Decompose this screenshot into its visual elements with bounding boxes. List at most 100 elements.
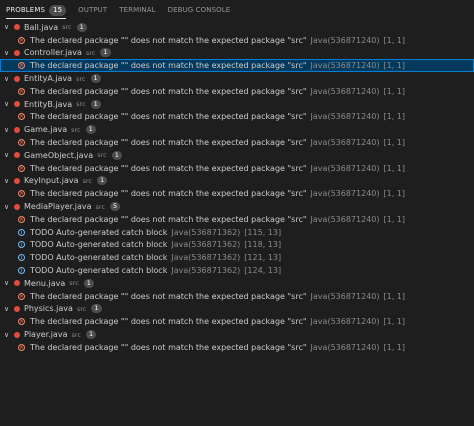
problem-count-badge: 1 <box>90 99 101 109</box>
java-file-icon <box>14 280 20 287</box>
problem-count-badge: 1 <box>91 304 102 314</box>
problem-row[interactable]: × The declared package "" does not match … <box>0 111 474 124</box>
tab-problems[interactable]: PROBLEMS 15 <box>6 0 67 20</box>
problem-message: The declared package "" does not match t… <box>30 291 307 301</box>
problem-row[interactable]: × The declared package "" does not match … <box>0 341 474 354</box>
problems-list: ∨ Ball.java src 1 × The declared package "" d… <box>0 21 474 354</box>
chevron-down-icon[interactable]: ∨ <box>4 203 13 211</box>
file-name: KeyInput.java <box>24 176 79 186</box>
chevron-down-icon[interactable]: ∨ <box>4 279 13 287</box>
problem-message: The declared package "" does not match t… <box>30 214 307 224</box>
problem-count-badge: 1 <box>83 278 94 288</box>
problem-row[interactable]: i TODO Auto-generated catch block Java(536… <box>0 264 474 277</box>
java-file-icon <box>14 177 20 184</box>
problem-row[interactable]: × The declared package "" does not match … <box>0 290 474 303</box>
problem-source: Java(536871240) <box>310 35 380 45</box>
file-name: EntityA.java <box>24 74 72 84</box>
problem-count-badge: 1 <box>97 176 108 186</box>
chevron-down-icon[interactable]: ∨ <box>4 151 13 159</box>
problem-location: [1, 1] <box>383 214 406 224</box>
problem-message: TODO Auto-generated catch block <box>30 253 168 263</box>
problem-row[interactable]: × The declared package "" does not match … <box>0 162 474 175</box>
problem-row[interactable]: × The declared package "" does not match … <box>0 85 474 98</box>
problem-row[interactable]: × The declared package "" does not match … <box>0 187 474 200</box>
tab-label: PROBLEMS <box>6 6 46 14</box>
file-folder: src <box>71 125 81 134</box>
problem-row[interactable]: × The declared package "" does not match … <box>0 59 474 73</box>
problems-count-badge: 15 <box>49 4 67 16</box>
file-group-row[interactable]: ∨ GameObject.java src 1 <box>0 149 474 162</box>
problem-source: Java(536871240) <box>310 163 380 173</box>
info-icon: i <box>18 228 25 236</box>
chevron-down-icon[interactable]: ∨ <box>4 23 13 31</box>
file-folder: src <box>97 151 107 160</box>
problem-row[interactable]: i TODO Auto-generated catch block Java(536… <box>0 239 474 252</box>
info-icon: i <box>18 254 25 262</box>
chevron-down-icon[interactable]: ∨ <box>4 75 13 83</box>
tab-label: TERMINAL <box>119 6 156 14</box>
tab-debug-console[interactable]: DEBUG CONSOLE <box>168 0 231 20</box>
chevron-down-icon[interactable]: ∨ <box>4 49 13 57</box>
file-group-row[interactable]: ∨ Game.java src 1 <box>0 123 474 136</box>
tab-output[interactable]: OUTPUT <box>78 0 107 20</box>
problem-message: TODO Auto-generated catch block <box>30 240 168 250</box>
java-file-icon <box>14 75 20 82</box>
file-group-row[interactable]: ∨ MediaPlayer.java src 5 <box>0 200 474 213</box>
problem-message: The declared package "" does not match t… <box>30 138 307 148</box>
problem-message: The declared package "" does not match t… <box>30 61 307 71</box>
file-group-row[interactable]: ∨ Ball.java src 1 <box>0 21 474 34</box>
file-folder: src <box>76 304 87 313</box>
problem-source: Java(536871240) <box>310 214 380 224</box>
problem-location: [115, 13] <box>244 227 282 237</box>
error-icon: × <box>18 343 25 351</box>
problem-source: Java(536871240) <box>310 112 380 122</box>
file-group-row[interactable]: ∨ EntityB.java src 1 <box>0 98 474 111</box>
problem-location: [1, 1] <box>383 163 406 173</box>
problem-row[interactable]: × The declared package "" does not match … <box>0 315 474 328</box>
problem-count-badge: 1 <box>111 150 122 160</box>
chevron-down-icon[interactable]: ∨ <box>4 305 13 313</box>
chevron-down-icon[interactable]: ∨ <box>4 126 13 134</box>
problem-count-badge: 1 <box>100 48 111 58</box>
problem-message: The declared package "" does not match t… <box>30 189 307 199</box>
chevron-down-icon[interactable]: ∨ <box>4 100 13 108</box>
file-name: Physics.java <box>24 304 73 314</box>
file-group-row[interactable]: ∨ Menu.java src 1 <box>0 277 474 290</box>
problem-source: Java(536871240) <box>310 138 380 148</box>
problem-source: Java(536871240) <box>310 86 380 96</box>
problem-source: Java(536871240) <box>310 291 380 301</box>
tab-terminal[interactable]: TERMINAL <box>119 0 155 20</box>
problem-count-badge: 1 <box>90 74 101 84</box>
java-file-icon <box>14 152 20 159</box>
file-folder: src <box>76 74 86 83</box>
problem-count-badge: 1 <box>85 125 96 135</box>
file-folder: src <box>82 176 93 185</box>
problem-location: [1, 1] <box>383 35 406 45</box>
problem-row[interactable]: × The declared package "" does not match … <box>0 213 474 226</box>
problem-message: TODO Auto-generated catch block <box>30 227 168 237</box>
file-folder: src <box>76 100 86 109</box>
problem-row[interactable]: × The declared package "" does not match … <box>0 34 474 47</box>
problem-location: [1, 1] <box>383 86 406 96</box>
chevron-down-icon[interactable]: ∨ <box>4 331 13 339</box>
problem-source: Java(536871240) <box>310 342 380 352</box>
file-name: Controller.java <box>24 48 82 58</box>
chevron-down-icon[interactable]: ∨ <box>4 177 13 185</box>
problem-row[interactable]: i TODO Auto-generated catch block Java(536… <box>0 251 474 264</box>
problem-count-badge: 1 <box>76 22 87 32</box>
error-icon: × <box>18 36 25 44</box>
problem-count-badge: 5 <box>110 202 121 212</box>
file-group-row[interactable]: ∨ Controller.java src 1 <box>0 47 474 60</box>
problem-location: [1, 1] <box>383 189 406 199</box>
file-name: Ball.java <box>24 22 59 32</box>
file-group-row[interactable]: ∨ EntityA.java src 1 <box>0 72 474 85</box>
problem-source: Java(536871362) <box>171 266 241 276</box>
file-group-row[interactable]: ∨ Physics.java src 1 <box>0 303 474 316</box>
problem-message: TODO Auto-generated catch block <box>30 266 168 276</box>
problem-source: Java(536871240) <box>310 317 380 327</box>
file-group-row[interactable]: ∨ Player.java src 1 <box>0 328 474 341</box>
problem-row[interactable]: i TODO Auto-generated catch block Java(536… <box>0 226 474 239</box>
problem-row[interactable]: × The declared package "" does not match … <box>0 136 474 149</box>
java-file-icon <box>14 24 20 31</box>
file-group-row[interactable]: ∨ KeyInput.java src 1 <box>0 175 474 188</box>
